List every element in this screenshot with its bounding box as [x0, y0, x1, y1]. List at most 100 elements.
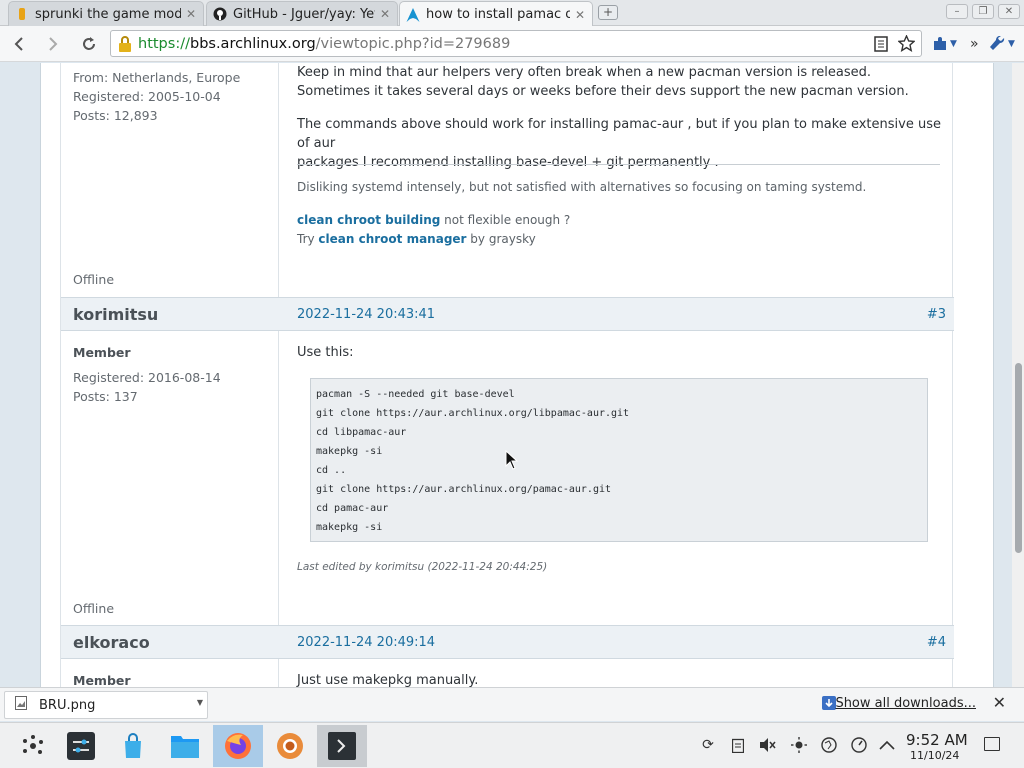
code-line: makepkg -si — [316, 522, 383, 533]
post-date-link[interactable]: 2022-11-24 20:43:41 — [297, 307, 435, 322]
post-number-link[interactable]: #4 — [927, 635, 946, 650]
taskbar: ⟳ 9:52 AM 11/10/24 — [0, 722, 1024, 768]
post-author-name[interactable]: korimitsu — [73, 305, 158, 324]
reload-icon — [83, 37, 95, 50]
code-line: cd pamac-aur — [316, 503, 389, 514]
code-block[interactable]: pacman -S --needed git base-devel git clo… — [310, 378, 928, 542]
window-close-button[interactable]: ✕ — [998, 4, 1020, 19]
minimize-button[interactable]: – — [946, 4, 968, 19]
post-3: Member Registered: 2016-08-14 Posts: 137… — [61, 331, 954, 625]
url-path: /viewtopic.php?id=279689 — [315, 35, 511, 52]
dropdown-arrow-icon[interactable]: ▼ — [197, 698, 203, 707]
brightness-icon[interactable] — [789, 735, 809, 755]
edited-note: Last edited by korimitsu (2022-11-24 20:… — [297, 561, 548, 573]
mouse-cursor-icon — [505, 450, 519, 470]
url-host: bbs.archlinux.org — [189, 35, 316, 52]
lock-icon — [119, 35, 131, 52]
page-scrollbar[interactable] — [1012, 63, 1024, 687]
new-tab-button[interactable]: + — [598, 5, 618, 20]
tab-title: GitHub - Jguer/yay: Yet — [233, 6, 375, 22]
link-clean-chroot-manager[interactable]: clean chroot manager — [318, 232, 466, 246]
download-filename: BRU.png — [39, 697, 96, 713]
system-monitor-icon[interactable] — [849, 735, 869, 755]
download-item[interactable]: BRU.png ▼ — [4, 691, 208, 719]
post-author-name[interactable]: elkoraco — [73, 633, 150, 652]
close-downloads-bar-icon[interactable]: ✕ — [993, 693, 1006, 712]
show-desktop-button[interactable] — [984, 737, 1000, 751]
show-all-downloads-link[interactable]: Show all downloads... — [835, 696, 976, 711]
web-page: From: Netherlands, Europe Registered: 20… — [0, 63, 1024, 687]
firefox-icon[interactable] — [213, 725, 263, 767]
url-scheme: https:// — [138, 35, 190, 52]
post-text: Keep in mind that aur helpers very often… — [297, 65, 872, 80]
author-location: From: Netherlands, Europe — [73, 70, 241, 85]
tab-github[interactable]: GitHub - Jguer/yay: Yet ✕ — [206, 1, 398, 26]
close-icon[interactable]: ✕ — [574, 8, 586, 22]
post-text: packages I recommend installing base-dev… — [297, 155, 719, 170]
reader-mode-icon[interactable] — [874, 35, 888, 56]
post-author-panel: Member — [61, 659, 279, 687]
post-4-header: elkoraco 2022-11-24 20:49:14 #4 — [61, 625, 954, 659]
scrollbar-thumb[interactable] — [1015, 363, 1022, 553]
kde-launcher-icon[interactable] — [8, 725, 58, 767]
signature-text: Disliking systemd intensely, but not sat… — [297, 180, 867, 194]
author-registered: Registered: 2005-10-04 — [73, 89, 221, 104]
discover-icon[interactable] — [108, 725, 158, 767]
bookmark-star-icon[interactable] — [897, 34, 916, 56]
author-post-count: Posts: 137 — [73, 389, 138, 404]
post-author-panel: Member Registered: 2016-08-14 Posts: 137… — [61, 331, 279, 625]
code-line: pacman -S --needed git base-devel — [316, 389, 515, 400]
close-icon[interactable]: ✕ — [379, 7, 391, 21]
post-3-header: korimitsu 2022-11-24 20:43:41 #3 — [61, 297, 954, 331]
overflow-button[interactable]: » — [970, 33, 979, 55]
maximize-button[interactable]: ❐ — [972, 4, 994, 19]
chevron-down-icon: ▼ — [1008, 39, 1015, 49]
clock-date[interactable]: 11/10/24 — [910, 749, 959, 762]
clock-time[interactable]: 9:52 AM — [906, 731, 968, 749]
signature: Disliking systemd intensely, but not sat… — [297, 178, 942, 249]
post-body: Keep in mind that aur helpers very often… — [297, 63, 942, 172]
back-button[interactable] — [8, 33, 30, 55]
post-text: Sometimes it takes several days or weeks… — [297, 84, 909, 99]
post-intro: Use this: — [297, 345, 354, 360]
extensions-button[interactable]: ▼ — [932, 33, 957, 55]
downloads-bar: BRU.png ▼ Show all downloads... ✕ — [0, 687, 1024, 721]
author-status: Offline — [73, 601, 115, 616]
author-title: Member — [73, 345, 131, 360]
tab-archlinux[interactable]: how to install pamac or ✕ — [399, 1, 593, 27]
post-number-link[interactable]: #3 — [927, 307, 946, 322]
browser-toolbar: https://bbs.archlinux.org/viewtopic.php?… — [0, 26, 1024, 62]
chevron-up-icon[interactable] — [877, 735, 897, 755]
post-text: The commands above should work for insta… — [297, 117, 941, 151]
forward-button[interactable] — [42, 33, 64, 55]
signature-text: by graysky — [466, 232, 536, 246]
address-bar[interactable]: https://bbs.archlinux.org/viewtopic.php?… — [110, 30, 922, 57]
image-file-icon — [15, 696, 27, 714]
link-clean-chroot-building[interactable]: clean chroot building — [297, 213, 440, 227]
author-registered: Registered: 2016-08-14 — [73, 370, 221, 385]
post-body: Just use makepkg manually. — [297, 673, 479, 687]
close-icon[interactable]: ✕ — [185, 7, 197, 21]
post-date-link[interactable]: 2022-11-24 20:49:14 — [297, 635, 435, 650]
code-line: makepkg -si — [316, 446, 383, 457]
reload-button[interactable] — [78, 33, 100, 55]
puzzle-icon — [934, 37, 946, 50]
sprunki-favicon-icon — [15, 7, 29, 21]
network-icon[interactable] — [819, 735, 839, 755]
code-line: git clone https://aur.archlinux.org/pama… — [316, 484, 612, 495]
tab-strip: sprunki the game mod ✕ GitHub - Jguer/ya… — [0, 0, 1024, 27]
clipboard-icon[interactable] — [728, 735, 748, 755]
forum-container: From: Netherlands, Europe Registered: 20… — [40, 63, 994, 687]
konsole-icon[interactable] — [317, 725, 367, 767]
settings-wrench-button[interactable]: ▼ — [990, 33, 1015, 55]
volume-muted-icon[interactable] — [758, 735, 778, 755]
author-status: Offline — [73, 272, 115, 287]
chromium-icon[interactable] — [265, 725, 315, 767]
github-icon — [213, 7, 227, 21]
tab-sprunki[interactable]: sprunki the game mod ✕ — [8, 1, 204, 26]
code-line: cd libpamac-aur — [316, 427, 407, 438]
dolphin-icon[interactable] — [160, 725, 210, 767]
kde-connect-icon[interactable]: ⟳ — [698, 735, 718, 755]
chevron-down-icon: ▼ — [950, 39, 957, 49]
system-settings-icon[interactable] — [56, 725, 106, 767]
